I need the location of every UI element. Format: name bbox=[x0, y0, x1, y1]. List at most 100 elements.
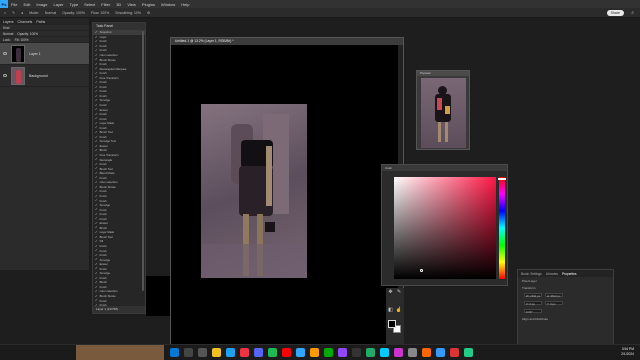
checkmark-icon[interactable]: ✓ bbox=[95, 235, 98, 239]
checkmark-icon[interactable]: ✓ bbox=[95, 131, 98, 134]
checkmark-icon[interactable]: ✓ bbox=[95, 113, 98, 116]
checkmark-icon[interactable]: ✓ bbox=[95, 190, 98, 193]
checkmark-icon[interactable]: ✓ bbox=[95, 226, 98, 229]
system-clock[interactable]: 3:54 PM 2/1/2024 bbox=[621, 347, 634, 357]
checkmark-icon[interactable]: ✓ bbox=[95, 163, 98, 166]
checkmark-icon[interactable]: ✓ bbox=[95, 185, 98, 189]
checkmark-icon[interactable]: ✓ bbox=[95, 108, 98, 111]
flow-field[interactable]: Flow: 100% bbox=[91, 11, 109, 15]
checkmark-icon[interactable]: ✓ bbox=[95, 63, 98, 66]
y-field[interactable]: Y: 0 px bbox=[544, 300, 563, 306]
search-icon[interactable]: ⌕ bbox=[631, 10, 634, 16]
checkmark-icon[interactable]: ✓ bbox=[95, 194, 98, 198]
app-icon[interactable] bbox=[380, 348, 389, 357]
menu-3d[interactable]: 3D bbox=[113, 2, 124, 7]
checkmark-icon[interactable]: ✓ bbox=[95, 122, 98, 125]
blend-mode-select[interactable]: Normal bbox=[3, 32, 13, 36]
app-icon[interactable] bbox=[422, 348, 431, 357]
illustrator-taskbar-icon[interactable] bbox=[310, 348, 319, 357]
photoshop-taskbar-icon[interactable] bbox=[296, 348, 305, 357]
menu-help[interactable]: Help bbox=[178, 2, 192, 7]
saturation-value-field[interactable] bbox=[394, 177, 496, 279]
search-icon[interactable] bbox=[184, 348, 193, 357]
menu-type[interactable]: Type bbox=[67, 2, 82, 7]
app-icon[interactable] bbox=[366, 348, 375, 357]
checkmark-icon[interactable]: ✓ bbox=[95, 240, 98, 243]
mode-select[interactable]: Normal bbox=[45, 11, 56, 15]
menu-filter[interactable]: Filter bbox=[98, 2, 113, 7]
checkmark-icon[interactable]: ✓ bbox=[95, 199, 98, 202]
checkmark-icon[interactable]: ✓ bbox=[95, 203, 98, 207]
checkmark-icon[interactable]: ✓ bbox=[95, 76, 98, 79]
checkmark-icon[interactable]: ✓ bbox=[95, 67, 98, 70]
edge-icon[interactable] bbox=[226, 348, 235, 357]
checkmark-icon[interactable]: ✓ bbox=[95, 253, 98, 257]
checkmark-icon[interactable]: ✓ bbox=[95, 294, 98, 298]
checkmark-icon[interactable]: ✓ bbox=[95, 99, 98, 102]
layer-opacity-field[interactable]: Opacity: 100% bbox=[17, 32, 38, 36]
opacity-field[interactable]: Opacity: 100% bbox=[62, 11, 85, 15]
checkmark-icon[interactable]: ✓ bbox=[95, 90, 98, 93]
app-logo[interactable]: Ps bbox=[0, 0, 8, 8]
kind-filter[interactable]: Kind bbox=[3, 26, 9, 30]
tab-layers[interactable]: Layers bbox=[3, 20, 14, 24]
checkmark-icon[interactable]: ✓ bbox=[95, 167, 98, 170]
checkmark-icon[interactable]: ✓ bbox=[95, 85, 98, 89]
checkmark-icon[interactable]: ✓ bbox=[95, 126, 98, 129]
eraser-tool-icon[interactable]: ◧ bbox=[387, 307, 394, 314]
start-icon[interactable] bbox=[170, 348, 179, 357]
twitch-icon[interactable] bbox=[338, 348, 347, 357]
task-panel-scrollbar[interactable] bbox=[142, 31, 144, 291]
move-tool-icon[interactable]: ✥ bbox=[387, 289, 394, 296]
checkmark-icon[interactable]: ✓ bbox=[95, 53, 98, 57]
checkmark-icon[interactable]: ✓ bbox=[95, 44, 98, 48]
foreground-color-swatch[interactable] bbox=[388, 320, 396, 328]
spotify-icon[interactable] bbox=[268, 348, 277, 357]
app-icon[interactable] bbox=[450, 348, 459, 357]
tab-paths[interactable]: Paths bbox=[36, 20, 45, 24]
app-icon[interactable] bbox=[408, 348, 417, 357]
visibility-eye-icon[interactable] bbox=[3, 74, 7, 77]
checkmark-icon[interactable]: ✓ bbox=[95, 217, 98, 220]
brush-tool-icon[interactable]: ✎ bbox=[12, 11, 15, 15]
settings-icon[interactable] bbox=[352, 348, 361, 357]
checkmark-icon[interactable]: ✓ bbox=[95, 81, 98, 84]
checkmark-icon[interactable]: ✓ bbox=[95, 213, 98, 216]
checkmark-icon[interactable]: ✓ bbox=[95, 58, 98, 61]
checkmark-icon[interactable]: ✓ bbox=[95, 140, 98, 143]
checkmark-icon[interactable]: ✓ bbox=[95, 103, 98, 107]
checkmark-icon[interactable]: ✓ bbox=[95, 153, 98, 157]
tab-properties[interactable]: Properties bbox=[562, 272, 577, 276]
layer-row[interactable]: Layer 1 bbox=[0, 43, 89, 65]
checkmark-icon[interactable]: ✓ bbox=[95, 135, 98, 139]
checkmark-icon[interactable]: ✓ bbox=[95, 31, 98, 34]
menu-image[interactable]: Image bbox=[33, 2, 50, 7]
brush-size-dot-icon[interactable]: ● bbox=[21, 11, 23, 15]
menu-plugins[interactable]: Plugins bbox=[139, 2, 158, 7]
checkmark-icon[interactable]: ✓ bbox=[95, 285, 98, 289]
layer-row[interactable]: Background bbox=[0, 65, 89, 87]
color-swatches[interactable] bbox=[388, 320, 402, 334]
checkmark-icon[interactable]: ✓ bbox=[95, 40, 98, 43]
discord-icon[interactable] bbox=[254, 348, 263, 357]
brush-tool-icon[interactable]: ✎ bbox=[396, 289, 403, 296]
hue-slider-handle[interactable] bbox=[498, 178, 506, 180]
checkmark-icon[interactable]: ✓ bbox=[95, 276, 98, 280]
checkmark-icon[interactable]: ✓ bbox=[95, 231, 98, 234]
checkmark-icon[interactable]: ✓ bbox=[95, 72, 98, 75]
tab-brush-settings[interactable]: Brush Settings bbox=[521, 272, 542, 276]
checkmark-icon[interactable]: ✓ bbox=[95, 272, 98, 275]
checkmark-icon[interactable]: ✓ bbox=[95, 35, 98, 39]
settings-gear-icon[interactable]: ⚙ bbox=[147, 11, 150, 15]
smudge-tool-icon[interactable]: ☝ bbox=[396, 307, 403, 314]
tab-channels[interactable]: Channels bbox=[18, 20, 33, 24]
checkmark-icon[interactable]: ✓ bbox=[95, 117, 98, 120]
checkmark-icon[interactable]: ✓ bbox=[95, 222, 98, 225]
layer-fill-field[interactable]: Fill: 100% bbox=[15, 38, 29, 42]
file-explorer-icon[interactable] bbox=[212, 348, 221, 357]
preview-window[interactable]: Preview bbox=[416, 70, 470, 150]
checkmark-icon[interactable]: ✓ bbox=[95, 149, 98, 152]
checkmark-icon[interactable]: ✓ bbox=[95, 208, 98, 211]
checkmark-icon[interactable]: ✓ bbox=[95, 176, 98, 179]
checkmark-icon[interactable]: ✓ bbox=[95, 158, 98, 161]
